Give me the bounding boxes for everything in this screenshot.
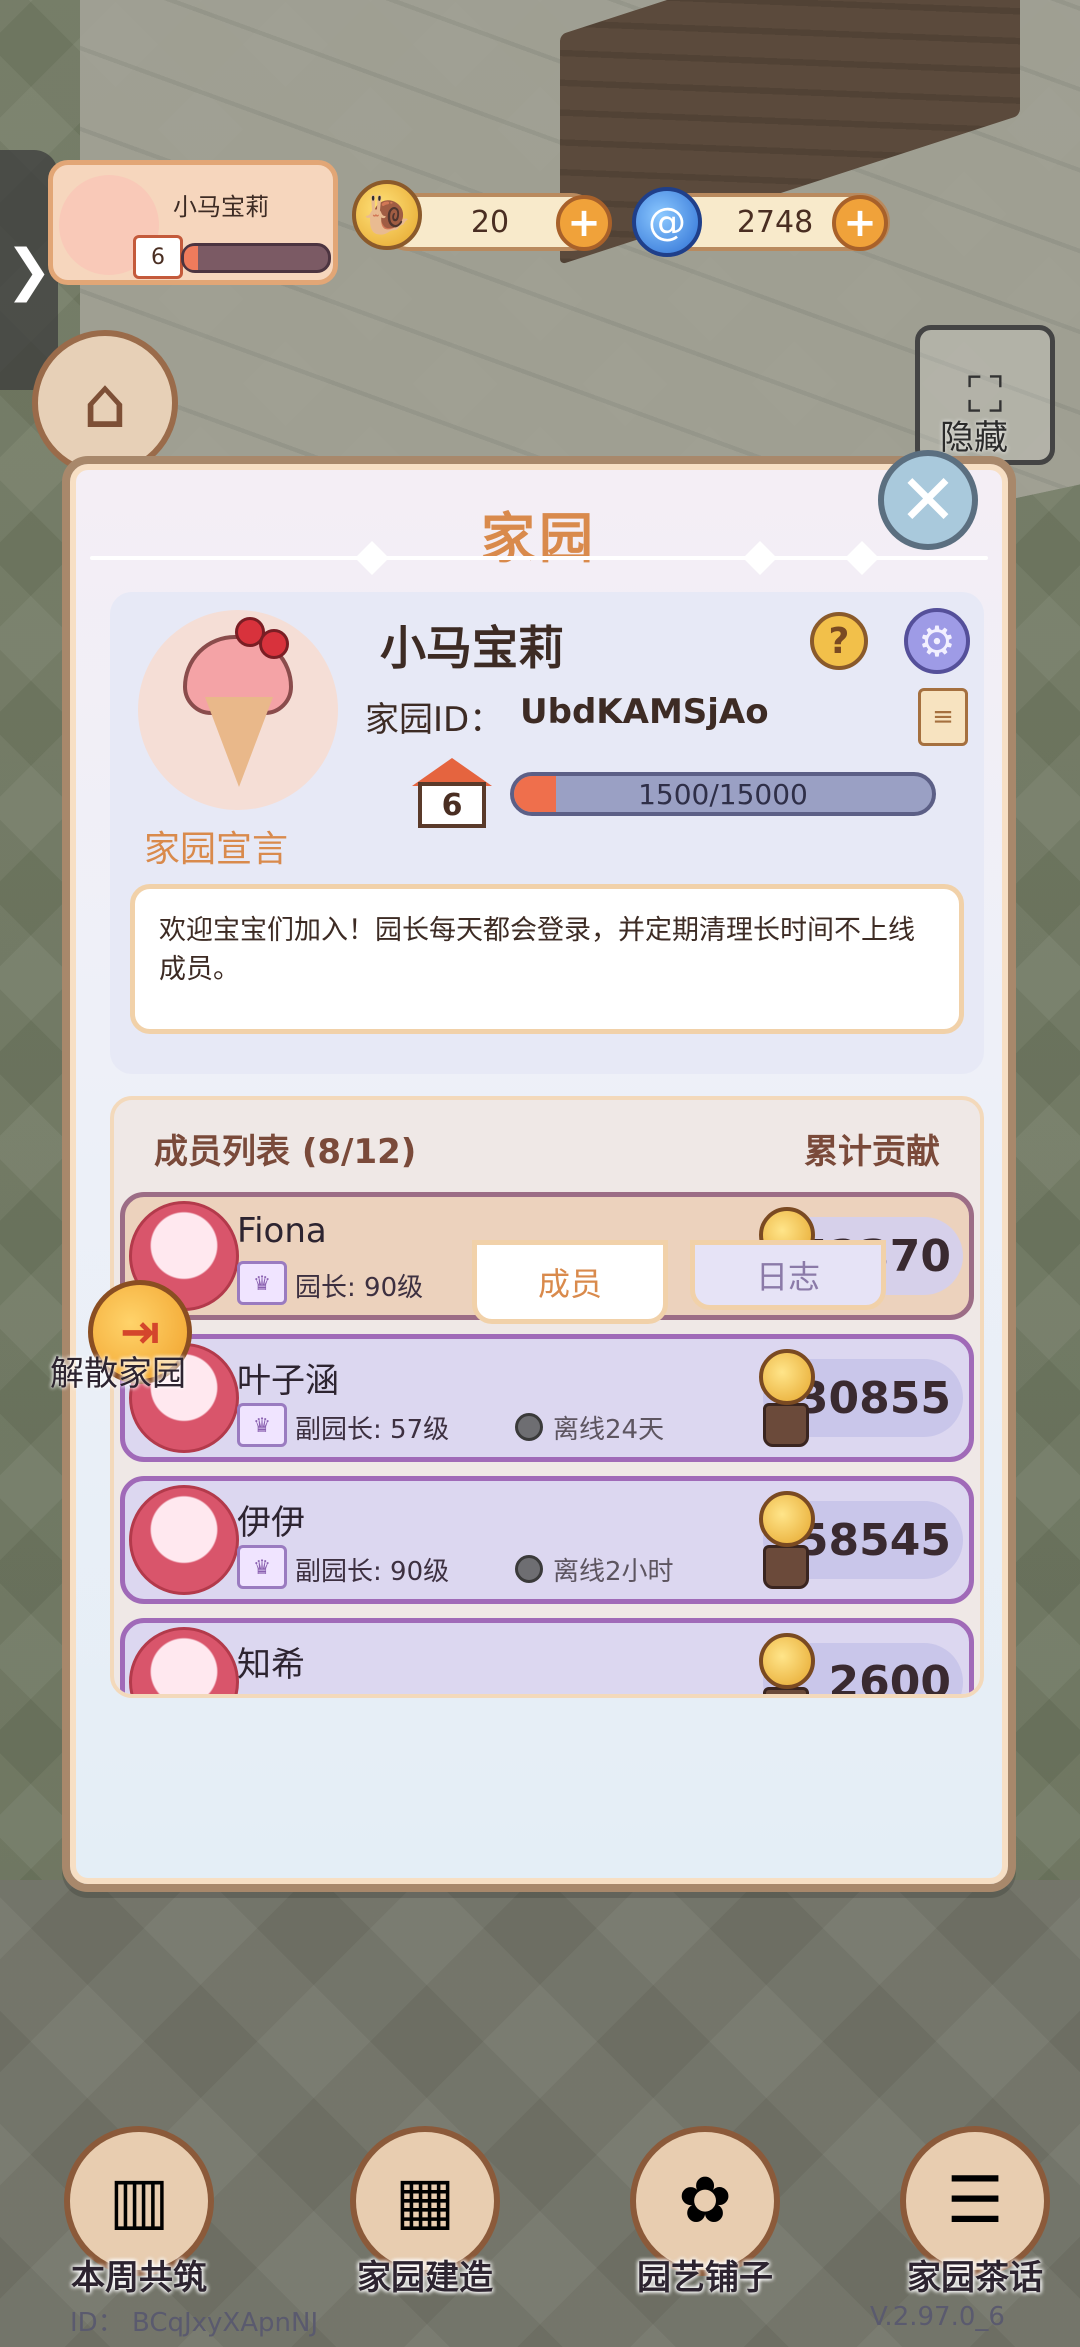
member-role: 副园长: 90级 — [295, 1557, 450, 1587]
garden-modal: 家园 家园宣言 小马宝莉 ? ⚙ 家园ID： UbdKAMSjAo ≡ 6 15 — [62, 456, 1016, 1892]
footer-user-id: ID： BCqJxyXApnNJ — [70, 2308, 319, 2338]
role-crown-icon: ♛ — [237, 1261, 287, 1305]
garden-name: 小马宝莉 — [380, 621, 564, 675]
contribution-title: 累计贡献 — [804, 1132, 940, 1172]
members-list-title: 成员列表 (8/12) — [154, 1132, 417, 1172]
nav-gardening-shop[interactable]: ✿ 园艺铺子 — [610, 2126, 800, 2316]
chevron-right-icon: ❯ — [5, 237, 53, 303]
member-name: Fiona — [237, 1211, 327, 1251]
member-status: 离线2小时 — [553, 1557, 674, 1587]
nav-garden-build-label: 家园建造 — [357, 2258, 493, 2298]
member-row[interactable]: 知希 2600 — [120, 1618, 974, 1694]
garden-id-label: 家园ID： — [365, 700, 504, 740]
player-name: 小马宝莉 — [173, 193, 269, 221]
copy-icon[interactable]: ≡ — [918, 688, 968, 746]
member-avatar[interactable] — [129, 1485, 239, 1595]
close-icon: ✕ — [898, 459, 958, 541]
nav-gardening-shop-label: 园艺铺子 — [637, 2258, 773, 2298]
tab-members[interactable]: 成员 — [472, 1240, 668, 1324]
member-row[interactable]: 叶子涵 ♛ 副园长: 57级 离线24天 30855 — [120, 1334, 974, 1462]
snail-coin-amount: 20 — [470, 204, 510, 240]
manifesto-label: 家园宣言 — [144, 829, 289, 870]
title-divider — [90, 541, 988, 575]
garden-progress-text: 1500/15000 — [638, 777, 808, 811]
close-modal-button[interactable]: ✕ — [878, 450, 978, 550]
player-xp-bar — [181, 243, 331, 273]
dissolve-garden-label[interactable]: 解散家园 — [50, 1346, 186, 1395]
members-panel: 成员列表 (8/12) 累计贡献 Fiona♛园长: 90级在线52370叶子涵… — [110, 1096, 984, 1698]
garden-progress-bar: 1500/15000 — [510, 772, 936, 816]
members-header: 成员列表 (8/12) 累计贡献 — [114, 1100, 980, 1192]
help-icon[interactable]: ? — [810, 612, 868, 670]
nav-weekly-build[interactable]: ▥ 本周共筑 — [44, 2126, 234, 2316]
add-snail-coin-button[interactable]: + — [556, 195, 612, 251]
member-row[interactable]: 伊伊 ♛ 副园长: 90级 离线2小时 58545 — [120, 1476, 974, 1604]
add-blue-gem-button[interactable]: + — [832, 195, 888, 251]
offline-status-icon — [515, 1555, 543, 1583]
member-status: 离线24天 — [553, 1415, 665, 1445]
hide-ui-label: 隐藏 — [940, 418, 1008, 458]
blue-gem-amount: 2748 — [736, 204, 814, 240]
offline-status-icon — [515, 1413, 543, 1441]
nav-weekly-build-label: 本周共筑 — [71, 2258, 207, 2298]
nav-garden-chat[interactable]: ☰ 家园茶话 — [880, 2126, 1070, 2316]
snail-trophy-icon — [749, 1491, 821, 1591]
ice-cream-cone-icon — [183, 617, 293, 787]
player-level-badge: 6 — [133, 235, 183, 279]
player-profile-card[interactable]: 小马宝莉 6 — [48, 160, 338, 285]
manifesto-text: 欢迎宝宝们加入！园长每天都会登录，并定期清理长时间不上线成员。 — [130, 884, 964, 1034]
tab-log[interactable]: 日志 — [690, 1240, 886, 1310]
member-name: 叶子涵 — [237, 1361, 339, 1401]
footer-version: V.2.97.0_6 — [870, 2302, 1005, 2332]
member-name: 伊伊 — [237, 1503, 305, 1543]
member-name: 知希 — [237, 1645, 305, 1685]
garden-level: 6 — [418, 782, 486, 828]
garden-avatar[interactable] — [138, 610, 338, 810]
garden-level-badge: 6 — [412, 758, 492, 830]
snail-coin-icon: 🐌 — [352, 180, 422, 250]
snail-trophy-icon — [749, 1633, 821, 1694]
home-button[interactable]: ⌂ — [32, 330, 178, 476]
member-avatar[interactable] — [129, 1627, 239, 1694]
snail-trophy-icon — [749, 1349, 821, 1449]
house-icon: ⌂ — [82, 362, 128, 444]
role-crown-icon: ♛ — [237, 1403, 287, 1447]
garden-info-panel: 家园宣言 小马宝莉 ? ⚙ 家园ID： UbdKAMSjAo ≡ 6 1500/… — [110, 592, 984, 1074]
garden-id-value: UbdKAMSjAo — [520, 692, 769, 732]
blue-swirl-icon: @ — [632, 187, 702, 257]
role-crown-icon: ♛ — [237, 1545, 287, 1589]
member-role: 副园长: 57级 — [295, 1415, 450, 1445]
member-role: 园长: 90级 — [295, 1273, 424, 1303]
gear-icon[interactable]: ⚙ — [904, 608, 970, 674]
nav-garden-build[interactable]: ▦ 家园建造 — [330, 2126, 520, 2316]
nav-garden-chat-label: 家园茶话 — [907, 2258, 1043, 2298]
